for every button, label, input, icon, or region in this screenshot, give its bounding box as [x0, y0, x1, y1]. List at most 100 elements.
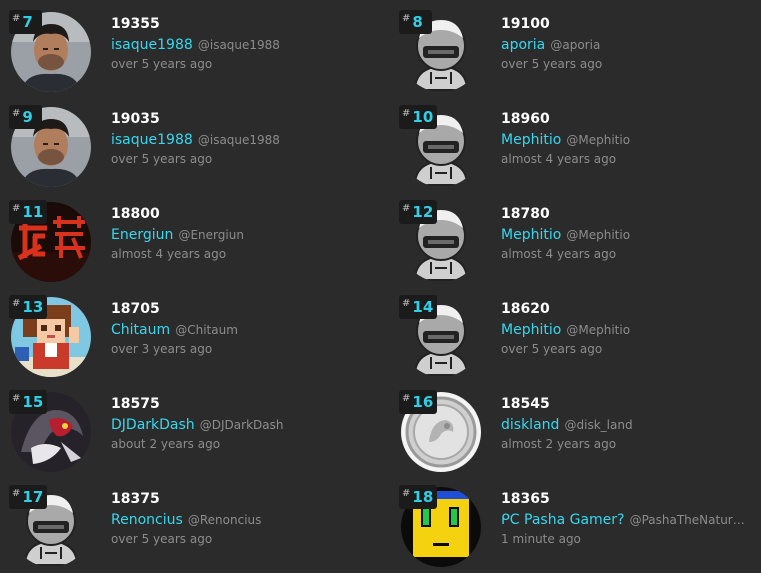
rank-number: 14	[412, 298, 434, 316]
entry-info: 18365 ᑭC Pasha Gamer? @PashaTheNatur… 1 …	[501, 489, 761, 549]
rank-hash: #	[402, 487, 411, 499]
entry-info: 18375 Renoncius @Renoncius over 5 years …	[111, 489, 381, 549]
avatar-container: # 9	[9, 105, 91, 187]
leaderboard-entry: # 15 18575 DJDarkDash @DJDarkDash about …	[9, 390, 381, 482]
user-line: DJDarkDash @DJDarkDash	[111, 414, 381, 434]
avatar-container: # 7	[9, 10, 91, 92]
avatar-container: # 18	[399, 485, 481, 567]
rank-number: 15	[22, 393, 44, 411]
rank-number: 17	[22, 488, 44, 506]
leaderboard-entry: # 13 18705 Chitaum @Chitaum over 3 years…	[9, 295, 381, 387]
username-link[interactable]: aporia	[501, 37, 545, 53]
user-line: ᑭC Pasha Gamer? @PashaTheNatur…	[501, 509, 751, 529]
score: 18545	[501, 396, 550, 412]
user-handle: @disk_land	[564, 418, 633, 432]
user-handle: @aporia	[550, 38, 601, 52]
score: 19100	[501, 16, 550, 32]
timestamp: almost 4 years ago	[501, 152, 617, 166]
leaderboard-entry: # 18 18365 ᑭC Pasha Gamer? @PashaTheNatu…	[399, 485, 761, 573]
entry-info: 18620 Mephitio @Mephitio over 5 years ag…	[501, 299, 761, 359]
leaderboard-grid: # 7 19355 isaque1988 @isaque1988 over 5 …	[0, 0, 761, 573]
user-handle: @isaque1988	[197, 38, 280, 52]
avatar-container: # 16	[399, 390, 481, 472]
score: 18705	[111, 301, 160, 317]
avatar-container: # 17	[9, 485, 91, 567]
score: 19355	[111, 16, 160, 32]
rank-badge: # 11	[9, 200, 48, 224]
avatar-container: # 8	[399, 10, 481, 92]
entry-info: 19100 aporia @aporia over 5 years ago	[501, 14, 761, 74]
rank-number: 18	[412, 488, 434, 506]
user-handle: @Mephitio	[566, 323, 631, 337]
rank-number: 11	[22, 203, 44, 221]
username-link[interactable]: Chitaum	[111, 322, 170, 338]
username-link[interactable]: isaque1988	[111, 37, 193, 53]
user-line: aporia @aporia	[501, 34, 761, 54]
entry-info: 18575 DJDarkDash @DJDarkDash about 2 yea…	[111, 394, 381, 454]
username-link[interactable]: Renoncius	[111, 512, 183, 528]
user-line: isaque1988 @isaque1988	[111, 129, 381, 149]
entry-info: 18800 Energiun @Energiun almost 4 years …	[111, 204, 381, 264]
rank-hash: #	[12, 202, 21, 214]
rank-hash: #	[402, 12, 411, 24]
rank-badge: # 7	[9, 10, 42, 34]
rank-badge: # 16	[399, 390, 438, 414]
username-link[interactable]: isaque1988	[111, 132, 193, 148]
rank-number: 12	[412, 203, 434, 221]
username-link[interactable]: Mephitio	[501, 132, 561, 148]
entry-info: 18780 Mephitio @Mephitio almost 4 years …	[501, 204, 761, 264]
rank-number: 7	[22, 13, 33, 31]
entry-info: 19355 isaque1988 @isaque1988 over 5 year…	[111, 14, 381, 74]
avatar-container: # 12	[399, 200, 481, 282]
leaderboard-entry: # 17 18375 Renoncius @Renoncius over 5 y…	[9, 485, 381, 573]
rank-badge: # 9	[9, 105, 42, 129]
rank-hash: #	[402, 297, 411, 309]
rank-badge: # 12	[399, 200, 438, 224]
score: 18575	[111, 396, 160, 412]
username-link[interactable]: ᑭC Pasha Gamer?	[501, 512, 624, 528]
leaderboard-entry: # 10 18960 Mephitio @Mephitio almost 4 y…	[399, 105, 761, 197]
rank-number: 9	[22, 108, 33, 126]
user-handle: @PashaTheNatur…	[629, 513, 745, 527]
timestamp: almost 4 years ago	[111, 247, 227, 261]
entry-info: 18545 diskland @disk_land almost 2 years…	[501, 394, 761, 454]
score: 18365	[501, 491, 550, 507]
username-link[interactable]: Mephitio	[501, 227, 561, 243]
timestamp: almost 2 years ago	[501, 437, 617, 451]
score: 18800	[111, 206, 160, 222]
rank-badge: # 10	[399, 105, 438, 129]
username-link[interactable]: Mephitio	[501, 322, 561, 338]
leaderboard-entry: # 14 18620 Mephitio @Mephitio over 5 yea…	[399, 295, 761, 387]
user-line: Renoncius @Renoncius	[111, 509, 381, 529]
user-handle: @Mephitio	[566, 133, 631, 147]
rank-number: 10	[412, 108, 434, 126]
rank-number: 8	[412, 13, 423, 31]
entry-info: 18705 Chitaum @Chitaum over 3 years ago	[111, 299, 381, 359]
rank-badge: # 8	[399, 10, 432, 34]
rank-hash: #	[12, 392, 21, 404]
user-line: Chitaum @Chitaum	[111, 319, 381, 339]
user-handle: @Energiun	[178, 228, 244, 242]
rank-hash: #	[12, 107, 21, 119]
user-handle: @Chitaum	[175, 323, 238, 337]
rank-badge: # 18	[399, 485, 438, 509]
username-link[interactable]: DJDarkDash	[111, 417, 195, 433]
rank-hash: #	[12, 297, 21, 309]
rank-hash: #	[12, 12, 21, 24]
user-handle: @isaque1988	[197, 133, 280, 147]
rank-number: 16	[412, 393, 434, 411]
leaderboard-entry: # 9 19035 isaque1988 @isaque1988 over 5 …	[9, 105, 381, 197]
username-link[interactable]: diskland	[501, 417, 559, 433]
leaderboard-entry: # 7 19355 isaque1988 @isaque1988 over 5 …	[9, 10, 381, 102]
entry-info: 19035 isaque1988 @isaque1988 over 5 year…	[111, 109, 381, 169]
leaderboard-entry: # 16 18545 diskland @disk_land almost 2 …	[399, 390, 761, 482]
user-handle: @DJDarkDash	[199, 418, 284, 432]
username-link[interactable]: Energiun	[111, 227, 173, 243]
score: 18375	[111, 491, 160, 507]
leaderboard-entry: # 11 18800 Energiun @Energiun almost 4 y…	[9, 200, 381, 292]
avatar-container: # 11	[9, 200, 91, 282]
rank-badge: # 15	[9, 390, 48, 414]
user-line: Mephitio @Mephitio	[501, 224, 761, 244]
rank-badge: # 17	[9, 485, 48, 509]
user-line: diskland @disk_land	[501, 414, 761, 434]
